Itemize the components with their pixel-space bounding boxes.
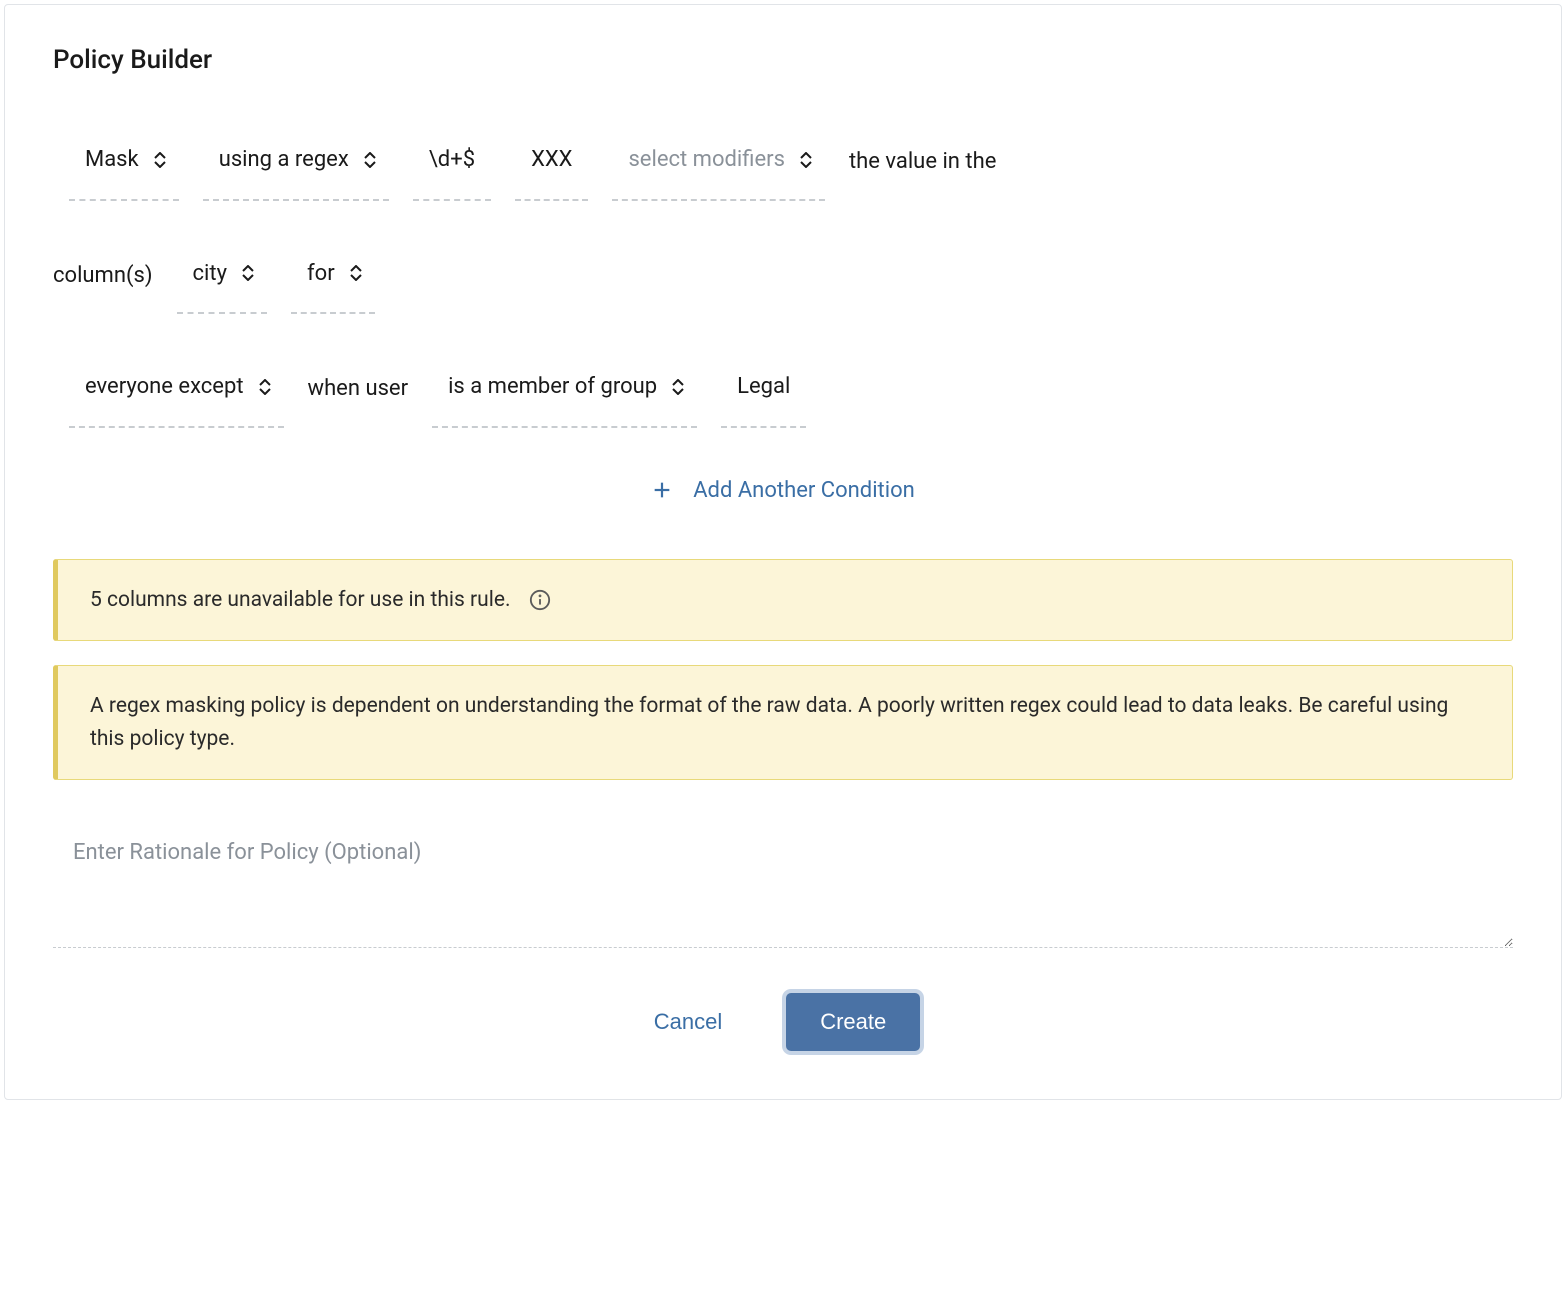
chevron-up-down-icon — [153, 152, 167, 168]
add-condition-button[interactable]: Add Another Condition — [53, 470, 1513, 511]
chevron-up-down-icon — [349, 265, 363, 281]
plus-icon — [651, 479, 673, 501]
condition-value: Legal — [737, 356, 790, 418]
modifiers-select[interactable]: select modifiers — [612, 123, 824, 201]
apply-to-select-label: everyone except — [85, 356, 244, 418]
text-columns: column(s) — [53, 245, 153, 307]
condition-value-input[interactable]: Legal — [721, 350, 806, 428]
info-icon[interactable] — [529, 589, 551, 611]
regex-pattern-value: \d+$ — [429, 129, 475, 191]
chevron-up-down-icon — [799, 152, 813, 168]
modifiers-select-placeholder: select modifiers — [628, 129, 784, 191]
page-title: Policy Builder — [53, 45, 1513, 75]
alert-regex-text: A regex masking policy is dependent on u… — [90, 690, 1480, 755]
columns-select[interactable]: city — [177, 237, 267, 315]
regex-pattern-input[interactable]: \d+$ — [413, 123, 491, 201]
replacement-input[interactable]: XXX — [515, 123, 588, 201]
action-select-label: Mask — [85, 129, 139, 191]
columns-select-label: city — [193, 243, 227, 305]
alert-regex-warning: A regex masking policy is dependent on u… — [53, 665, 1513, 780]
action-buttons: Cancel Create — [53, 993, 1513, 1051]
chevron-up-down-icon — [363, 152, 377, 168]
chevron-up-down-icon — [671, 379, 685, 395]
alert-unavailable-text: 5 columns are unavailable for use in thi… — [90, 584, 511, 617]
replacement-value: XXX — [531, 129, 572, 191]
text-when-user: when user — [308, 358, 409, 420]
chevron-up-down-icon — [241, 265, 255, 281]
cancel-button[interactable]: Cancel — [646, 997, 730, 1047]
scope-select[interactable]: for — [291, 237, 375, 315]
condition-type-select[interactable]: is a member of group — [432, 350, 697, 428]
rationale-textarea[interactable] — [53, 828, 1513, 948]
scope-select-label: for — [307, 243, 335, 305]
method-select-label: using a regex — [219, 129, 349, 191]
add-condition-label: Add Another Condition — [693, 478, 915, 503]
action-select[interactable]: Mask — [69, 123, 179, 201]
alert-unavailable-columns: 5 columns are unavailable for use in thi… — [53, 559, 1513, 642]
apply-to-select[interactable]: everyone except — [69, 350, 284, 428]
text-value-in: the value in the — [849, 131, 996, 193]
policy-builder-panel: Policy Builder Mask using a regex \d+$ X… — [4, 4, 1562, 1100]
rule-builder: Mask using a regex \d+$ XXX select modif… — [53, 123, 1513, 428]
condition-type-label: is a member of group — [448, 356, 657, 418]
method-select[interactable]: using a regex — [203, 123, 389, 201]
chevron-up-down-icon — [258, 379, 272, 395]
create-button[interactable]: Create — [786, 993, 920, 1051]
